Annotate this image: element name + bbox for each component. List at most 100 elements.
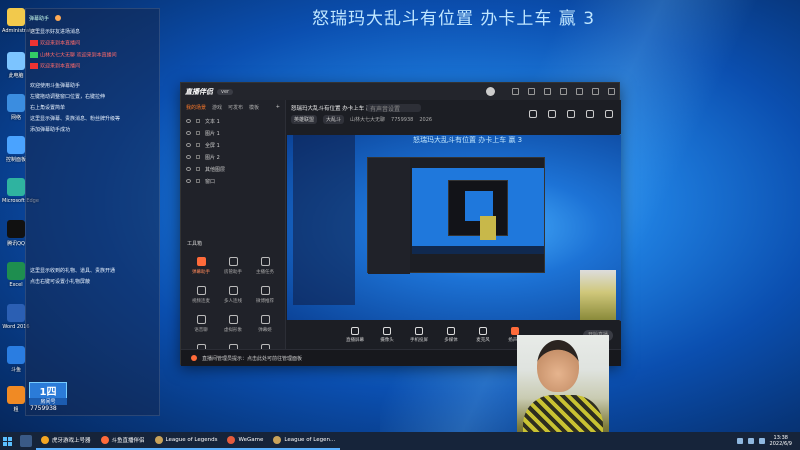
lock-icon[interactable]: [196, 179, 200, 183]
taskbar: 虎牙游戏上号器 斗鱼直播伴侣 League of Legends WeGame …: [0, 432, 800, 450]
network-icon[interactable]: [736, 438, 743, 444]
layer-item[interactable]: 窗口: [181, 175, 285, 187]
fan-level-badge-icon: [30, 40, 38, 46]
tool-multi-link[interactable]: 多人连线: [217, 284, 249, 309]
visibility-icon[interactable]: [186, 155, 191, 159]
app-titlebar[interactable]: 直播伴侣 ver: [181, 83, 619, 100]
add-scene-icon[interactable]: +: [276, 104, 280, 111]
fan-badge-sub: 房间号: [29, 398, 67, 405]
camera-button[interactable]: 摄像头: [377, 327, 397, 343]
danmaku-icon: [196, 257, 206, 266]
layer-item[interactable]: 图片 1: [181, 127, 285, 139]
room-info-bar: 怒瑞玛大乱斗有位置 办卡上车 赢 3 英雄联盟 大乱斗 山林大七大无聊 7759…: [287, 100, 621, 134]
room-meta: 英雄联盟 大乱斗 山林大七大无聊 7759938 2026: [291, 115, 432, 124]
stream-companion-window[interactable]: 直播伴侣 ver 我的场景 游戏 可发布 模板 + 文本 1 图片 1 全屏 1…: [180, 82, 621, 366]
taskbar-item[interactable]: 虎牙游戏上号器: [36, 432, 96, 450]
maximize-icon[interactable]: [592, 88, 599, 95]
screen-capture-button[interactable]: 直播屏幕: [345, 327, 365, 343]
word-icon: [7, 304, 25, 322]
stream-preview[interactable]: 怒瑞玛大乱斗有位置 办卡上车 赢 3: [287, 135, 621, 320]
bag-icon[interactable]: [548, 110, 556, 118]
chat-header-title: 弹幕助手: [29, 15, 50, 22]
input-method-icon[interactable]: [758, 438, 765, 444]
lock-icon[interactable]: [196, 167, 200, 171]
chat-line: 欢迎来到本直播间: [26, 61, 159, 73]
menu-icon[interactable]: [560, 88, 567, 95]
tool-virtual-avatar[interactable]: 虚拟形象: [217, 313, 249, 338]
system-tray: 13:38 2022/6/9: [736, 435, 800, 447]
tool-weibo[interactable]: 微博推荐: [249, 284, 281, 309]
minimize-icon[interactable]: [576, 88, 583, 95]
phone-icon: [415, 327, 423, 335]
tool-danmaku-assistant[interactable]: 弹幕助手: [185, 255, 217, 280]
taskbar-item[interactable]: WeGame: [222, 432, 269, 450]
phone-cast-button[interactable]: 手机投屏: [409, 327, 429, 343]
app-icon: [41, 436, 49, 444]
volume-icon[interactable]: [747, 438, 754, 444]
tool-room-manager[interactable]: 房管助手: [217, 255, 249, 280]
layer-item[interactable]: 其他图层: [181, 163, 285, 175]
voice-icon: [196, 315, 206, 324]
share-icon[interactable]: [605, 110, 613, 118]
tool-host-tasks[interactable]: 主播任务: [249, 255, 281, 280]
tab-my-scenes[interactable]: 我的场景: [186, 104, 206, 111]
media-button[interactable]: 多媒体: [441, 327, 461, 343]
chat-line: 这里显示好友进场消息: [30, 29, 81, 35]
subcategory-pill[interactable]: 大乱斗: [323, 115, 345, 124]
skin-icon[interactable]: [528, 88, 535, 95]
stream-overlay-title: 怒瑞玛大乱斗有位置 办卡上车 赢 3: [312, 9, 596, 29]
room-number: 7759938: [391, 116, 414, 123]
layer-item[interactable]: 文本 1: [181, 115, 285, 127]
close-icon[interactable]: [608, 88, 615, 95]
taskbar-item[interactable]: League of Legends: [149, 432, 223, 450]
gift-icon[interactable]: [529, 110, 537, 118]
layer-item[interactable]: 全屏 1: [181, 139, 285, 151]
lock-icon[interactable]: [196, 119, 200, 123]
speaker-icon: [511, 327, 519, 335]
gear-icon[interactable]: [586, 110, 594, 118]
tab-publishable[interactable]: 可发布: [228, 104, 243, 111]
chat-footer: 1四 房间号 7759938: [26, 380, 159, 415]
start-button[interactable]: [0, 432, 16, 450]
taskbar-item[interactable]: League of Legen...: [268, 432, 341, 450]
message-icon[interactable]: [512, 88, 519, 95]
visibility-icon[interactable]: [186, 143, 191, 147]
visibility-icon[interactable]: [186, 131, 191, 135]
app-logo: 直播伴侣: [185, 87, 213, 96]
chat-line: 山林大七大无聊 欢迎来到本直播间: [26, 50, 159, 62]
category-pill[interactable]: 英雄联盟: [291, 115, 318, 124]
tool-voice-chat[interactable]: 语音聊: [185, 313, 217, 338]
avatar[interactable]: [486, 87, 495, 96]
clock[interactable]: 13:38 2022/6/9: [770, 435, 792, 447]
tool-video-link[interactable]: 视频连麦: [185, 284, 217, 309]
chat-line: 这里显示弹幕、贵族消息、粉丝牌升级等: [30, 115, 121, 122]
microphone-button[interactable]: 麦克风: [473, 327, 493, 343]
app-icon: [273, 436, 282, 444]
microphone-icon: [479, 327, 487, 335]
tool-danmaku-girl[interactable]: 弹幕姬: [249, 313, 281, 338]
scene-tabs: 我的场景 游戏 可发布 模板 +: [181, 100, 285, 115]
copy-icon[interactable]: [567, 110, 575, 118]
layer-item[interactable]: 图片 2: [181, 151, 285, 163]
visibility-icon[interactable]: [186, 167, 191, 171]
room-title[interactable]: 怒瑞玛大乱斗有位置 办卡上车 赢 3: [291, 104, 377, 112]
room-id: 7759938: [30, 405, 57, 412]
visibility-icon[interactable]: [186, 179, 191, 183]
search-icon[interactable]: [20, 435, 32, 447]
visibility-icon[interactable]: [186, 119, 191, 123]
nested-app-window: [367, 157, 545, 274]
taskbar-item[interactable]: 斗鱼直播伴侣: [95, 432, 150, 450]
danmaku-chat-panel[interactable]: 弹幕助手 这里显示好友进场消息 欢迎来到本直播间 山林大七大无聊 欢迎来到本直播…: [25, 8, 160, 416]
lock-icon[interactable]: [196, 131, 200, 135]
lock-icon[interactable]: [196, 143, 200, 147]
sound-setting-input[interactable]: 有声音设置: [367, 104, 421, 113]
tab-game[interactable]: 游戏: [212, 104, 222, 111]
chat-line: 欢迎来到本直播间: [26, 38, 159, 50]
tab-template[interactable]: 模板: [249, 104, 259, 111]
display-icon: [260, 315, 270, 324]
lock-icon[interactable]: [196, 155, 200, 159]
version-badge[interactable]: ver: [217, 88, 234, 95]
chat-line: 添加弹幕助手成功: [30, 126, 71, 133]
settings-icon[interactable]: [544, 88, 551, 95]
chat-line: 左键拖动调整窗口位置，右键拉伸: [30, 93, 106, 100]
